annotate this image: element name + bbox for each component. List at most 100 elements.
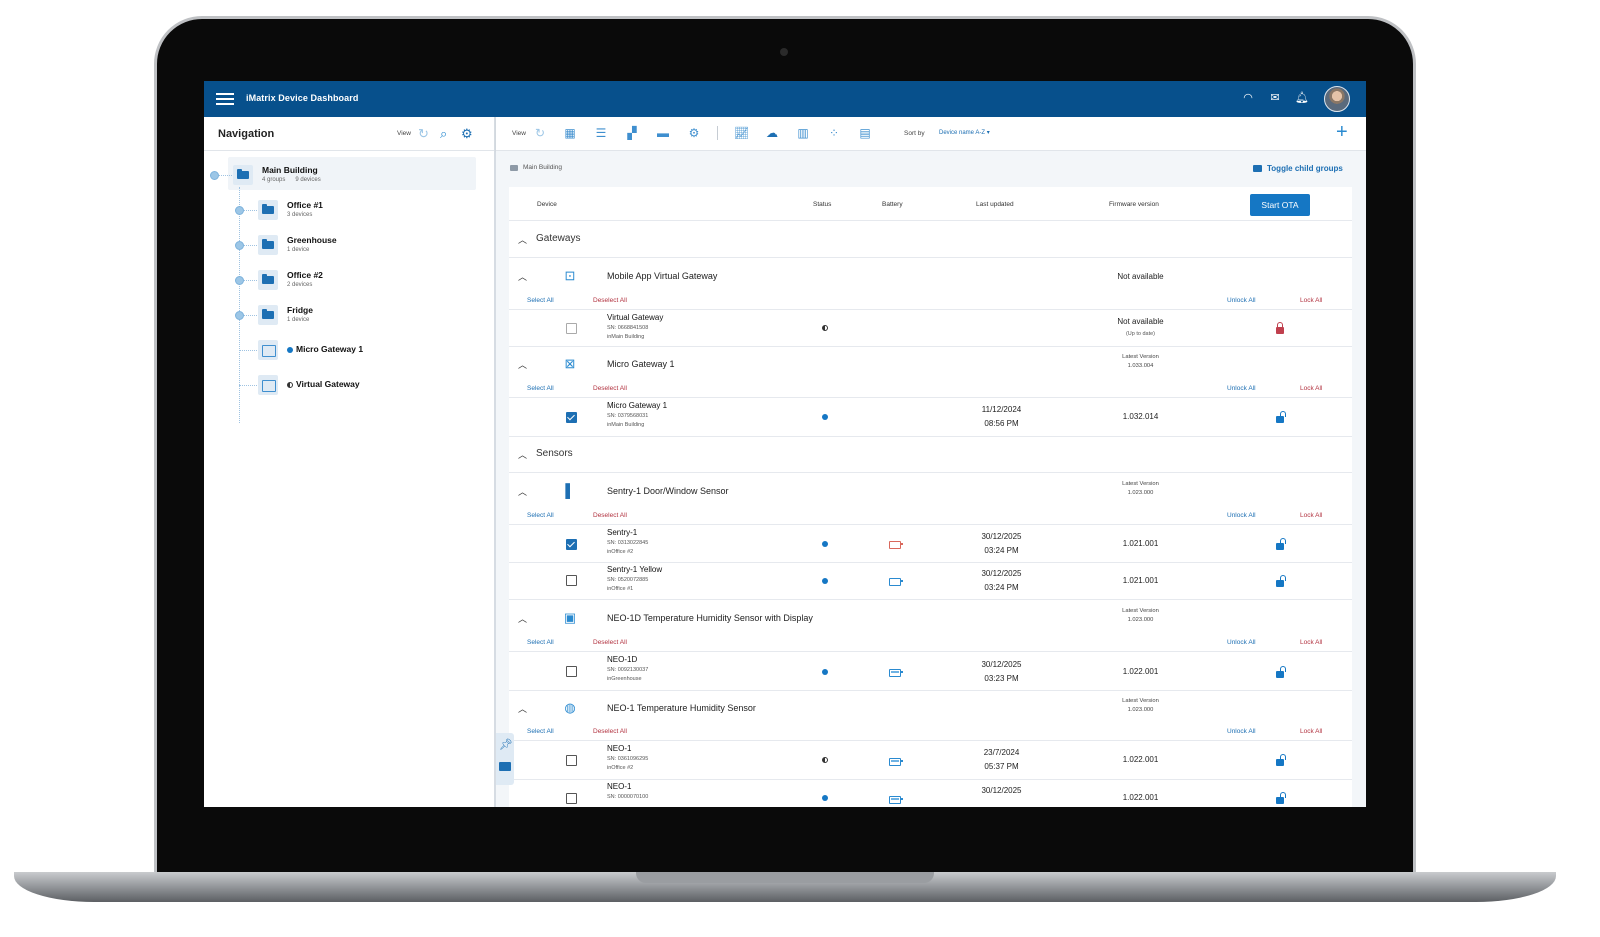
column-header-device[interactable]: Device [537,201,557,208]
unlock-icon[interactable] [1276,797,1284,804]
folder-icon[interactable] [499,762,511,771]
lock-all-link[interactable]: Lock All [1300,728,1322,735]
row-checkbox[interactable] [566,412,577,423]
tree-item-office-1[interactable]: Office #1 3 devices [258,198,458,228]
tree-item-fridge[interactable]: Fridge 1 device [258,303,458,333]
column-header-firmware[interactable]: Firmware version [1109,201,1159,208]
chevron-up-icon[interactable]: ︿ [518,448,527,461]
lock-all-link[interactable]: Lock All [1300,297,1322,304]
device-type-row[interactable]: ︿ ⊡ Mobile App Virtual Gateway Not avail… [509,258,1352,294]
column-header-last-updated[interactable]: Last updated [976,201,1014,208]
device-name[interactable]: Sentry-1 Yellow [607,565,662,574]
deselect-all-link[interactable]: Deselect All [593,297,627,304]
device-name[interactable]: NEO-1 [607,744,631,753]
ota-cloud-icon[interactable]: ☁ [765,126,779,140]
lock-all-link[interactable]: Lock All [1300,639,1322,646]
refresh-icon[interactable]: ↻ [533,126,547,140]
select-all-link[interactable]: Select All [527,385,554,392]
unlock-all-link[interactable]: Unlock All [1227,297,1256,304]
device-name[interactable]: NEO-1 [607,782,631,791]
tree-item-greenhouse[interactable]: Greenhouse 1 device [258,233,458,263]
row-checkbox[interactable] [566,323,577,334]
row-checkbox[interactable] [566,755,577,766]
lock-icon[interactable] [1276,322,1284,334]
device-name[interactable]: Virtual Gateway [607,313,663,322]
tree-item-virtual-gateway[interactable]: Virtual Gateway [258,373,458,403]
card-view-icon[interactable]: ▬ [656,126,670,140]
row-checkbox[interactable] [566,539,577,550]
unlock-all-link[interactable]: Unlock All [1227,639,1256,646]
unlock-icon[interactable] [1276,671,1284,678]
unlock-icon[interactable] [1276,759,1284,766]
unlock-all-link[interactable]: Unlock All [1227,728,1256,735]
sort-select[interactable]: Device name A-Z ▾ [939,129,990,136]
tree-expander[interactable] [235,276,244,285]
tree-item-office-2[interactable]: Office #2 2 devices [258,268,458,298]
chevron-up-icon[interactable]: ︿ [518,612,527,625]
bell-icon[interactable]: 🔔︎ [1295,91,1309,105]
search-icon[interactable]: ⌕ [440,126,447,142]
chevron-up-icon[interactable]: ︿ [518,270,527,283]
start-ota-button[interactable]: Start OTA [1250,194,1310,216]
grid-view-icon[interactable]: ▞ [625,126,639,140]
section-gateways[interactable]: ︿ Gateways [509,221,1352,258]
gear-icon[interactable]: ⚙ [461,126,473,142]
breadcrumb[interactable]: Main Building [523,164,562,171]
lock-all-link[interactable]: Lock All [1300,512,1322,519]
deselect-all-link[interactable]: Deselect All [593,639,627,646]
table-view-icon[interactable]: ▦ [563,126,577,140]
toggle-child-groups-link[interactable]: Toggle child groups [1267,164,1343,173]
mail-icon[interactable]: ✉ [1268,91,1282,105]
tree-expander[interactable] [210,171,219,180]
tree-expander[interactable] [235,311,244,320]
column-header-battery[interactable]: Battery [882,201,903,208]
select-all-link[interactable]: Select All [527,512,554,519]
table-row[interactable]: Micro Gateway 1 SN: 0379568031 inMain Bu… [509,397,1352,437]
device-type-row[interactable]: ︿ ◍ NEO-1 Temperature Humidity Sensor La… [509,690,1352,726]
tree-item-micro-gateway-1[interactable]: Micro Gateway 1 [258,338,458,368]
unlock-icon[interactable] [1276,580,1284,587]
support-headset-icon[interactable]: ◠ [1241,91,1255,105]
map-view-icon[interactable]: ▥ [796,126,810,140]
refresh-icon[interactable]: ↻ [418,126,429,142]
device-type-row[interactable]: ︿ ▣ NEO-1D Temperature Humidity Sensor w… [509,600,1352,636]
device-name[interactable]: NEO-1D [607,655,637,664]
tree-item-main-building[interactable]: Main Building 4 groups 9 devices [233,163,463,193]
chevron-up-icon[interactable]: ︿ [518,358,527,371]
row-checkbox[interactable] [566,666,577,677]
table-row[interactable]: Sentry-1 Yellow SN: 0520072885 inOffice … [509,562,1352,600]
tree-expander[interactable] [235,241,244,250]
add-icon[interactable]: + [1336,122,1348,142]
select-all-link[interactable]: Select All [527,639,554,646]
row-checkbox[interactable] [566,793,577,804]
section-sensors[interactable]: ︿ Sensors [509,436,1352,473]
deselect-all-link[interactable]: Deselect All [593,728,627,735]
table-row[interactable]: NEO-1 SN: 0361096295 inOffice #2 23/7/20… [509,740,1352,780]
table-row[interactable]: Sentry-1 SN: 0313022845 inOffice #2 30/1… [509,524,1352,563]
pin-icon[interactable]: 📌︎ [499,738,513,751]
network-view-icon[interactable]: ⁘ [827,126,841,140]
device-type-row[interactable]: ︿ ▌ Sentry-1 Door/Window Sensor Latest V… [509,473,1352,509]
chevron-up-icon[interactable]: ︿ [518,485,527,498]
unlock-icon[interactable] [1276,543,1284,550]
chevron-up-icon[interactable]: ︿ [518,233,527,246]
device-name[interactable]: Sentry-1 [607,528,637,537]
device-name[interactable]: Micro Gateway 1 [607,401,667,410]
table-row[interactable]: NEO-1 SN: 0000070100 30/12/2025 1.022.00… [509,779,1352,807]
column-header-status[interactable]: Status [813,201,831,208]
unlock-all-link[interactable]: Unlock All [1227,512,1256,519]
dashboard-view-icon[interactable]: ▤ [858,126,872,140]
avatar[interactable] [1324,86,1350,112]
unlock-icon[interactable] [1276,416,1284,423]
table-row[interactable]: NEO-1D SN: 0092130037 inGreenhouse 30/12… [509,651,1352,691]
deselect-all-link[interactable]: Deselect All [593,512,627,519]
chevron-up-icon[interactable]: ︿ [518,702,527,715]
settings-view-icon[interactable]: ⚙ [687,126,701,140]
menu-icon[interactable] [216,90,234,108]
list-view-icon[interactable]: ☰ [594,126,608,140]
lock-all-link[interactable]: Lock All [1300,385,1322,392]
device-type-row[interactable]: ︿ ⊠ Micro Gateway 1 Latest Version 1.033.… [509,346,1352,382]
table-row[interactable]: Virtual Gateway SN: 0668841508 inMain Bu… [509,309,1352,347]
select-all-link[interactable]: Select All [527,728,554,735]
row-checkbox[interactable] [566,575,577,586]
